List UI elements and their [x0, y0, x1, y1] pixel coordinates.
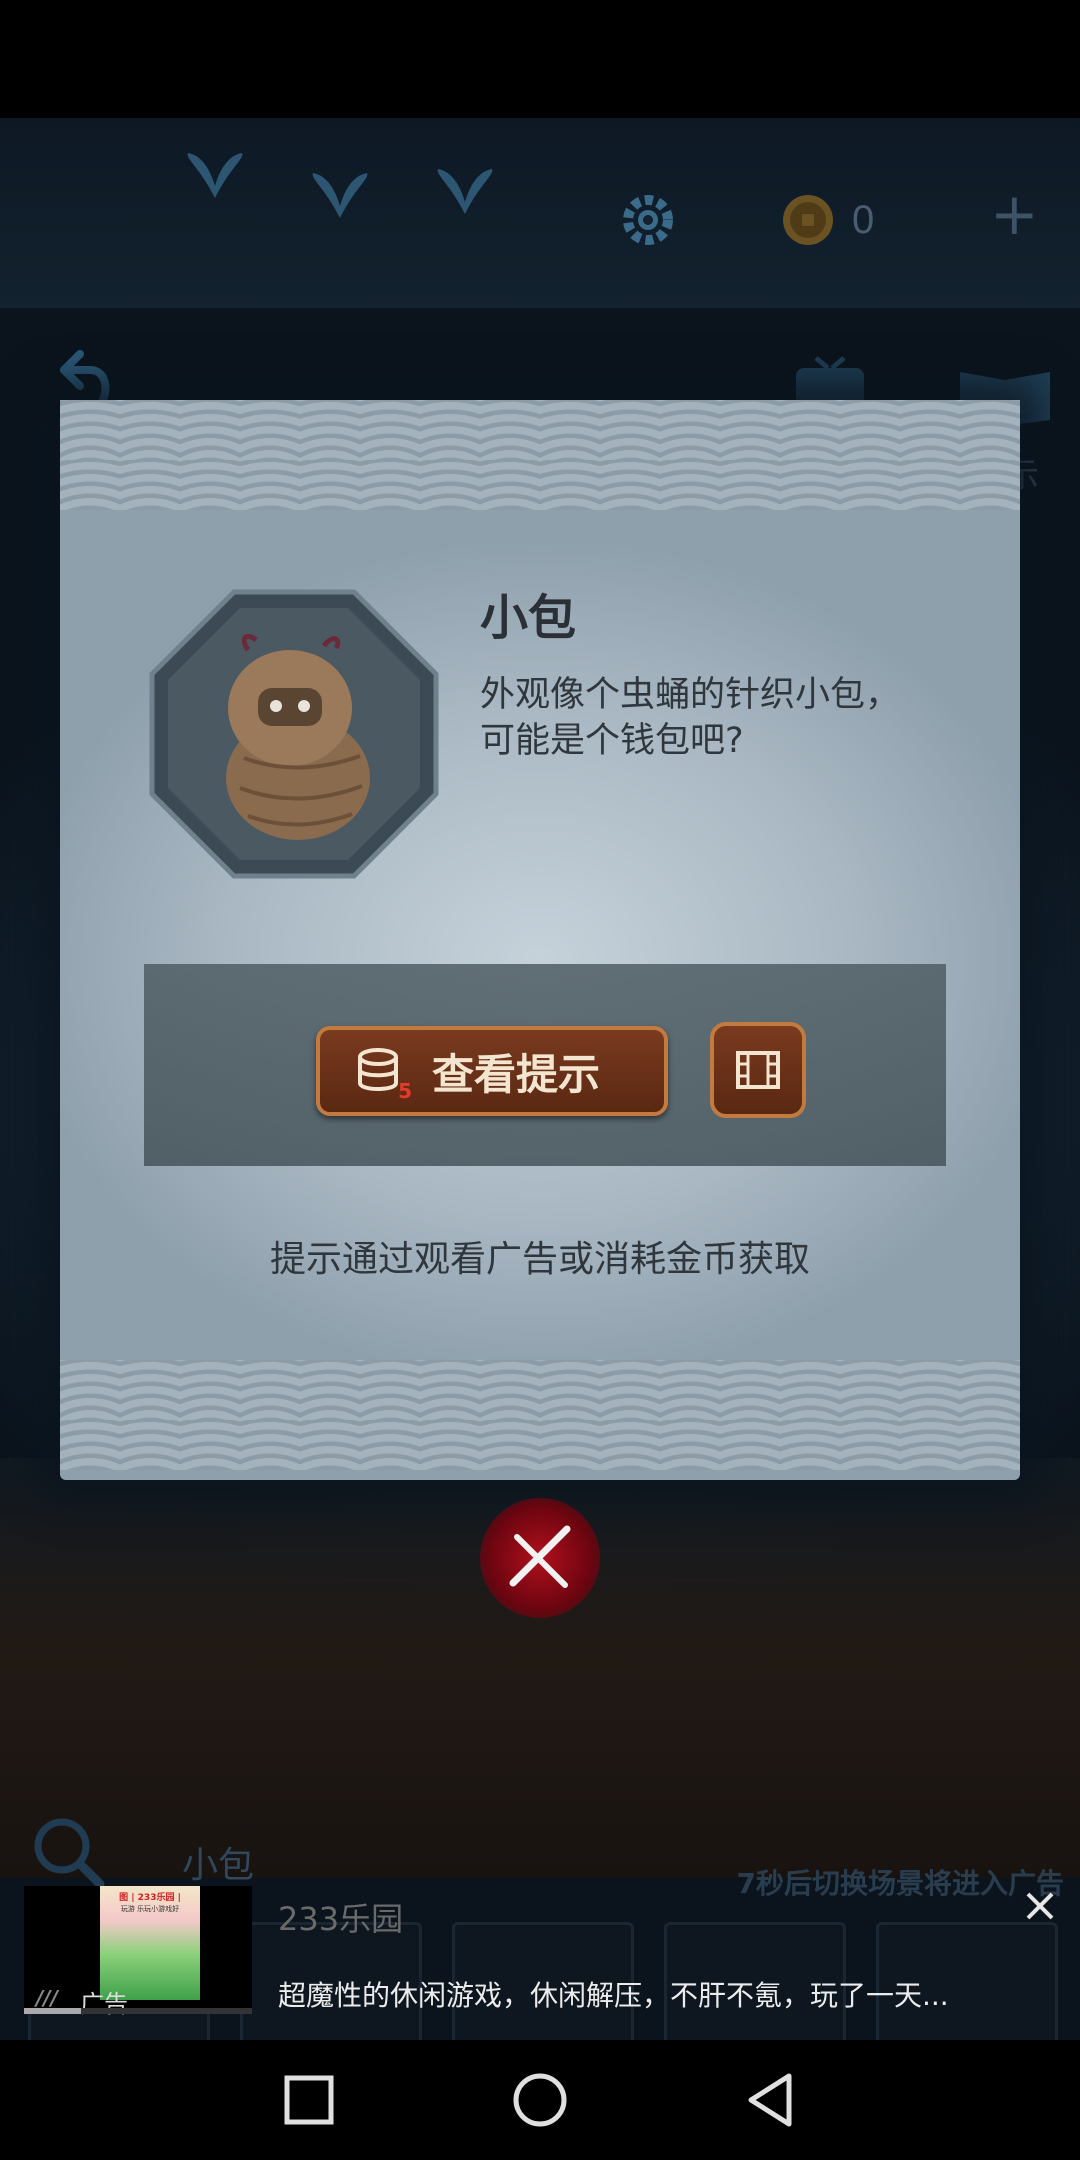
triangle-back-icon[interactable] [741, 2070, 801, 2130]
gear-icon[interactable] [616, 188, 680, 252]
square-icon[interactable] [279, 2070, 339, 2130]
top-hud: 0 + [0, 118, 1080, 308]
butterfly-icon [187, 153, 243, 198]
item-title: 小包 [480, 590, 577, 646]
butterfly-icon [437, 169, 493, 214]
ad-title[interactable]: 233乐园 [278, 1894, 403, 1940]
watch-ad-button[interactable] [710, 1022, 806, 1118]
ad-progress-bar [24, 2008, 252, 2014]
status-bar [0, 0, 1080, 118]
video-icon [736, 1051, 780, 1089]
item-image-frame [149, 589, 439, 879]
ad-artwork: 图 | 233乐园 | 玩游 乐玩小游戏好 [100, 1886, 200, 2000]
close-icon [509, 1525, 571, 1588]
navigation-bar [0, 2040, 1080, 2160]
hint-info-text: 提示通过观看广告或消耗金币获取 [269, 1239, 810, 1280]
view-hint-label: 查看提示 [432, 1049, 601, 1099]
ad-logo: /// [36, 1986, 58, 2010]
view-hint-button[interactable]: 5 查看提示 [316, 1026, 668, 1116]
coin-stack-icon: 5 [354, 1043, 412, 1103]
wave-pattern-bottom [60, 1360, 1020, 1470]
close-dialog-button[interactable] [480, 1498, 600, 1618]
coin-icon [783, 195, 833, 245]
screen: 0 + 示 小包 7秒后切换场景将进入广告 小包 外观像个虫蛹的针织小包，可能是… [0, 0, 1080, 2160]
hint-cost: 5 [398, 1079, 412, 1103]
ad-thumbnail[interactable]: 图 | 233乐园 | 玩游 乐玩小游戏好 /// 广告 [24, 1886, 252, 2018]
butterfly-icon [312, 173, 368, 218]
add-coins-button[interactable]: + [990, 184, 1039, 244]
ad-artwork-subtitle: 玩游 乐玩小游戏好 [120, 1905, 180, 1913]
ad-description[interactable]: 超魔性的休闲游戏，休闲解压，不肝不氪，玩了一天... [278, 1974, 1008, 2014]
item-detail-dialog: 小包 外观像个虫蛹的针织小包，可能是个钱包吧? 5 查看提示 提示通过观看广告或… [60, 400, 1020, 1480]
ad-close-icon[interactable] [1020, 1886, 1060, 1926]
item-description: 外观像个虫蛹的针织小包，可能是个钱包吧? [480, 675, 901, 761]
ad-progress-fill [24, 2008, 81, 2014]
wave-pattern-top [60, 400, 1020, 510]
coin-count: 0 [852, 198, 875, 242]
circle-icon[interactable] [510, 2070, 570, 2130]
ad-artwork-title: 图 | 233乐园 | [119, 1893, 181, 1903]
ad-banner[interactable]: 图 | 233乐园 | 玩游 乐玩小游戏好 /// 广告 233乐园 超魔性的休… [0, 1876, 1080, 2040]
